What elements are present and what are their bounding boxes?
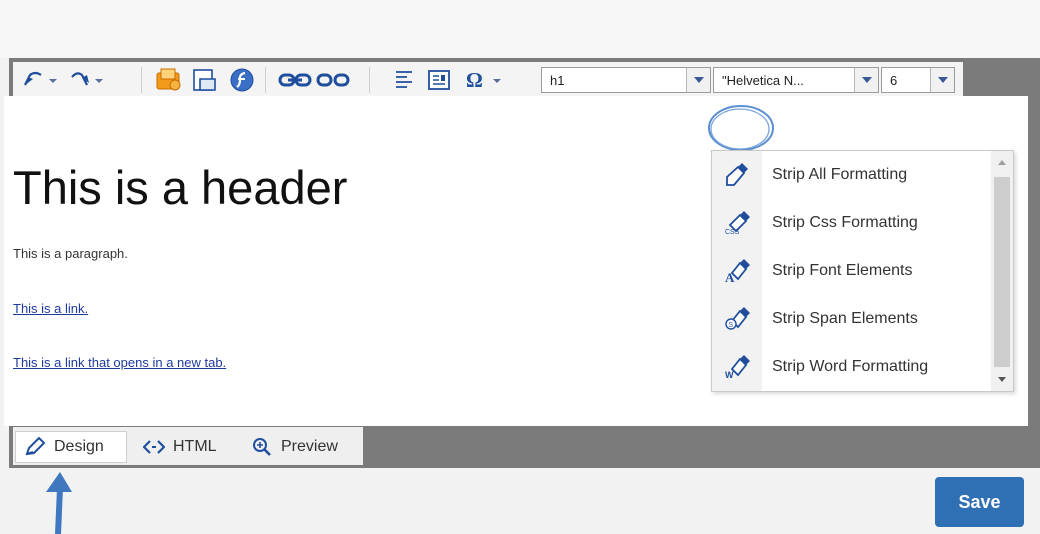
content-link[interactable]: This is a link. (13, 301, 88, 316)
content-header: This is a header (13, 161, 348, 214)
svg-text:W: W (725, 370, 734, 379)
tab-preview[interactable]: Preview (243, 431, 355, 463)
flash-icon (230, 68, 254, 91)
font-size-value: 6 (890, 72, 898, 88)
menu-item-label: Strip Css Formatting (772, 214, 918, 231)
form-element-button[interactable] (423, 66, 455, 94)
undo-button[interactable] (19, 66, 63, 94)
annotation-arrow (46, 472, 72, 534)
chevron-down-icon (854, 68, 878, 92)
svg-text:Ω: Ω (466, 69, 483, 91)
menu-item-label: Strip Font Elements (772, 262, 913, 279)
strip-formatting-menu: Strip All Formatting CSS Strip Css Forma… (711, 150, 1014, 392)
image-manager-button[interactable] (153, 66, 187, 94)
menu-item-strip-word[interactable]: W Strip Word Formatting (712, 343, 992, 391)
undo-icon (24, 71, 57, 85)
strip-all-icon (712, 163, 762, 187)
code-brackets-icon (143, 440, 165, 454)
scroll-up-icon[interactable] (997, 157, 1007, 167)
image-manager-icon (156, 68, 181, 90)
menu-item-label: Strip All Formatting (772, 166, 908, 183)
annotation-circle (708, 105, 774, 151)
scrollbar-thumb[interactable] (994, 177, 1010, 367)
mode-tabs: Design HTML Preview (13, 427, 363, 465)
font-family-dropdown[interactable]: "Helvetica N... (713, 67, 879, 93)
save-button[interactable]: Save (935, 477, 1024, 527)
insert-symbol-button[interactable]: Ω (461, 66, 509, 94)
form-icon (428, 69, 450, 90)
tab-html[interactable]: HTML (137, 431, 233, 463)
svg-text:S: S (729, 322, 734, 329)
svg-text:CSS: CSS (725, 229, 740, 235)
redo-icon (71, 71, 103, 85)
menu-item-strip-font[interactable]: A Strip Font Elements (712, 247, 992, 295)
font-size-dropdown[interactable]: 6 (881, 67, 955, 93)
insert-link-button[interactable] (277, 66, 313, 94)
tab-preview-label: Preview (281, 438, 338, 455)
tab-design-label: Design (54, 438, 104, 455)
content-paragraph: This is a paragraph. (13, 246, 128, 261)
pencil-icon (25, 437, 46, 456)
menu-item-strip-css[interactable]: CSS Strip Css Formatting (712, 199, 992, 247)
link-icon (278, 73, 312, 86)
text-lines-icon (396, 70, 412, 88)
paragraph-style-dropdown[interactable]: h1 (541, 67, 711, 93)
omega-icon: Ω (466, 69, 501, 91)
toolbar-separator (369, 66, 370, 93)
menu-item-label: Strip Word Formatting (772, 358, 929, 375)
chevron-down-icon (930, 68, 954, 92)
strip-span-icon: S (712, 307, 762, 331)
magnifier-icon (253, 438, 271, 456)
menu-item-label: Strip Span Elements (772, 310, 918, 327)
toolbar-separator (141, 66, 142, 93)
strip-word-icon: W (712, 355, 762, 379)
toolbar-separator (265, 66, 266, 93)
menu-item-strip-all[interactable]: Strip All Formatting (712, 151, 992, 199)
remove-link-button[interactable] (315, 66, 351, 94)
page-top-area (0, 0, 1040, 58)
menu-scrollbar[interactable] (991, 151, 1013, 391)
tab-html-label: HTML (173, 438, 217, 455)
scroll-down-icon[interactable] (997, 375, 1007, 385)
chevron-down-icon (686, 68, 710, 92)
toolbar-row-1: Ω h1 "Helvetica N... 6 (13, 62, 963, 98)
svg-text:A: A (725, 270, 735, 283)
horizontal-rule-button[interactable] (389, 66, 419, 94)
menu-item-strip-span[interactable]: S Strip Span Elements (712, 295, 992, 343)
content-link-new-tab[interactable]: This is a link that opens in a new tab. (13, 355, 226, 370)
document-manager-button[interactable] (189, 66, 223, 94)
unlink-icon (316, 73, 350, 86)
strip-css-icon: CSS (712, 211, 762, 235)
paragraph-style-value: h1 (550, 72, 565, 88)
tab-design[interactable]: Design (15, 431, 127, 463)
document-manager-icon (193, 68, 216, 91)
flash-manager-button[interactable] (225, 66, 259, 94)
font-family-value: "Helvetica N... (722, 72, 804, 88)
redo-button[interactable] (65, 66, 109, 94)
strip-font-icon: A (712, 259, 762, 283)
